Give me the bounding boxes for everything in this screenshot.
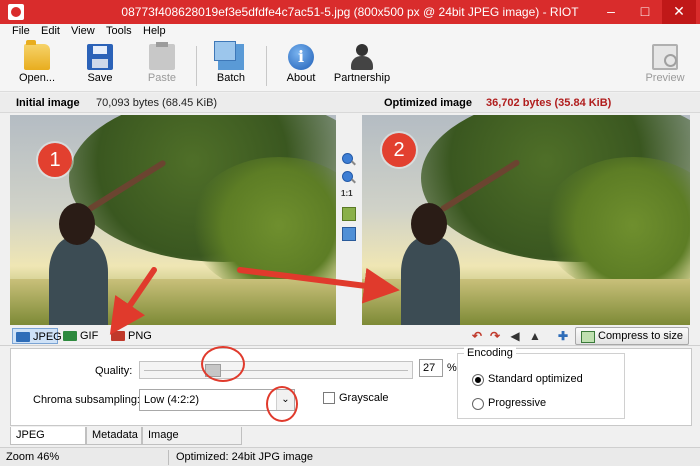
- annotation-circle-quality: [201, 346, 245, 382]
- initial-image-label: Initial image: [16, 97, 80, 109]
- batch-images-icon: [214, 41, 244, 70]
- menu-tools[interactable]: Tools: [106, 25, 132, 37]
- badge-number-1: 1: [38, 143, 72, 177]
- encoding-title: Encoding: [464, 347, 516, 359]
- compare-view-icon[interactable]: [342, 227, 356, 241]
- chroma-selected-value: Low (4:2:2): [144, 394, 200, 406]
- clipboard-icon: [149, 42, 175, 70]
- menu-help[interactable]: Help: [143, 25, 166, 37]
- open-folder-icon: [24, 40, 50, 70]
- menu-edit[interactable]: Edit: [41, 25, 60, 37]
- rotate-left-icon[interactable]: ↶: [470, 329, 484, 343]
- format-tab-png[interactable]: PNG: [108, 328, 154, 344]
- actual-size-button[interactable]: 1:1: [341, 189, 353, 198]
- optimized-image-size: 36,702 bytes (35.84 KiB): [486, 97, 612, 109]
- format-tab-jpeg[interactable]: JPEG: [12, 328, 62, 344]
- quality-slider[interactable]: [139, 361, 413, 379]
- options-tabs: JPEG Options Metadata Image adjustments: [0, 427, 700, 458]
- format-tab-gif[interactable]: GIF: [60, 328, 100, 344]
- progressive-label: Progressive: [488, 397, 547, 409]
- open-label: Open...: [18, 72, 56, 84]
- quality-slider-track: [144, 370, 408, 371]
- zoom-out-icon[interactable]: [342, 171, 356, 185]
- partnership-button[interactable]: Partnership: [332, 42, 392, 88]
- batch-button[interactable]: Batch: [210, 41, 252, 88]
- preview-magnifier-icon: [652, 44, 678, 70]
- zoom-in-icon[interactable]: [342, 153, 356, 167]
- floppy-disk-icon: [87, 44, 113, 70]
- status-bar: Zoom 46% Optimized: 24bit JPG image: [0, 447, 700, 466]
- close-button[interactable]: ✕: [662, 0, 696, 24]
- quality-label: Quality:: [95, 365, 133, 377]
- badge-number-2: 2: [382, 133, 416, 167]
- format-row: JPEG GIF PNG ↶ ↷ ◀ ▲ ✚ Compress to size: [0, 326, 700, 346]
- about-button[interactable]: i About: [280, 42, 322, 88]
- person-icon: [349, 44, 375, 70]
- preview-button[interactable]: Preview: [642, 42, 688, 88]
- standard-optimized-radio[interactable]: [472, 374, 484, 386]
- status-zoom: Zoom 46%: [6, 451, 60, 463]
- chroma-subsampling-label: Chroma subsampling:: [33, 394, 140, 406]
- toolbar-separator: [196, 46, 197, 86]
- partnership-label: Partnership: [333, 72, 391, 84]
- encoding-group: Encoding Standard optimized Progressive: [457, 347, 625, 419]
- standard-optimized-label: Standard optimized: [488, 373, 583, 385]
- zoom-toolstrip: 1:1: [338, 115, 360, 325]
- menu-file[interactable]: File: [12, 25, 30, 37]
- status-separator: [168, 450, 169, 465]
- menu-bar: File Edit View Tools Help: [0, 24, 700, 40]
- initial-image-pane[interactable]: 1: [10, 115, 336, 325]
- fit-to-window-icon[interactable]: [342, 207, 356, 221]
- progressive-radio[interactable]: [472, 398, 484, 410]
- rotate-right-icon[interactable]: ↷: [488, 329, 502, 343]
- quality-input[interactable]: 27: [419, 359, 443, 377]
- optimized-image-pane[interactable]: 2: [362, 115, 690, 325]
- jpeg-options-panel: Quality: 27 % Chroma subsampling: Low (4…: [10, 347, 692, 426]
- title-bar: 08773f408628019ef3e5dfdfe4c7ac51-5.jpg (…: [0, 0, 700, 24]
- toolbar-separator: [266, 46, 267, 86]
- save-label: Save: [87, 72, 113, 84]
- info-icon: i: [288, 44, 314, 70]
- tab-metadata[interactable]: Metadata: [86, 427, 142, 445]
- flip-vertical-icon[interactable]: ▲: [528, 329, 542, 343]
- open-button[interactable]: Open...: [14, 40, 60, 88]
- crop-icon[interactable]: ✚: [556, 329, 570, 343]
- status-message: Optimized: 24bit JPG image: [176, 451, 313, 463]
- save-button[interactable]: Save: [80, 42, 120, 88]
- image-info-row: Initial image 70,093 bytes (68.45 KiB) O…: [0, 93, 700, 113]
- minimize-button[interactable]: –: [594, 0, 628, 24]
- initial-image-size: 70,093 bytes (68.45 KiB): [96, 97, 218, 109]
- annotation-circle-chroma: [266, 386, 298, 422]
- toolbar: Open... Save Paste Batch i About Partner…: [0, 40, 700, 92]
- maximize-button[interactable]: □: [628, 0, 662, 24]
- tab-jpeg-options[interactable]: JPEG Options: [10, 427, 86, 458]
- riot-window: 08773f408628019ef3e5dfdfe4c7ac51-5.jpg (…: [0, 0, 700, 466]
- paste-button[interactable]: Paste: [142, 42, 182, 88]
- tab-image-adjustments[interactable]: Image adjustments: [142, 427, 242, 458]
- quality-unit: %: [447, 362, 457, 374]
- flip-horizontal-icon[interactable]: ◀: [508, 329, 522, 343]
- optimized-image-label: Optimized image: [384, 97, 473, 109]
- batch-label: Batch: [216, 72, 246, 84]
- preview-label: Preview: [645, 72, 685, 84]
- menu-view[interactable]: View: [71, 25, 95, 37]
- about-label: About: [286, 72, 316, 84]
- grayscale-label: Grayscale: [339, 392, 389, 404]
- compress-to-size-button[interactable]: Compress to size: [575, 327, 689, 345]
- grayscale-checkbox[interactable]: [323, 392, 335, 404]
- paste-label: Paste: [147, 72, 177, 84]
